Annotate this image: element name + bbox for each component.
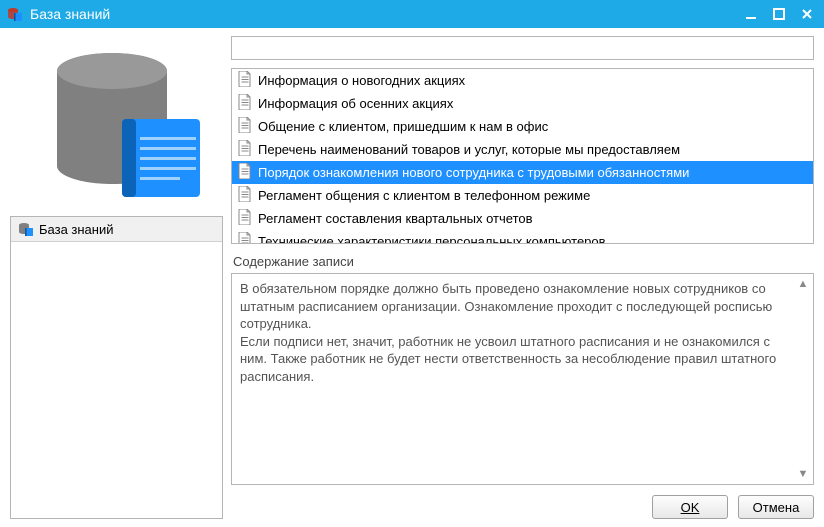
list-item-label: Порядок ознакомления нового сотрудника с… bbox=[258, 165, 689, 180]
list-item[interactable]: Перечень наименований товаров и услуг, к… bbox=[232, 138, 813, 161]
scroll-down-button[interactable]: ▼ bbox=[795, 466, 811, 482]
category-tree[interactable]: База знаний bbox=[10, 216, 223, 519]
list-item[interactable]: Регламент составления квартальных отчето… bbox=[232, 207, 813, 230]
kb-icon bbox=[17, 221, 35, 237]
list-item-label: Общение с клиентом, пришедшим к нам в оф… bbox=[258, 119, 548, 134]
content-panel: В обязательном порядке должно быть прове… bbox=[231, 273, 814, 485]
list-item[interactable]: Информация о новогодних акциях bbox=[232, 69, 813, 92]
list-item-label: Перечень наименований товаров и услуг, к… bbox=[258, 142, 680, 157]
search-input[interactable] bbox=[231, 36, 814, 60]
left-column: База знаний bbox=[10, 36, 223, 519]
tree-item-label: База знаний bbox=[39, 222, 114, 237]
list-item-label: Регламент общения с клиентом в телефонно… bbox=[258, 188, 590, 203]
maximize-button[interactable] bbox=[768, 4, 790, 24]
document-icon bbox=[238, 71, 252, 90]
document-icon bbox=[238, 232, 252, 244]
kb-illustration bbox=[10, 36, 223, 216]
list-item-label: Технические характеристики персональных … bbox=[258, 234, 606, 244]
cancel-button[interactable]: Отмена bbox=[738, 495, 814, 519]
scroll-up-button[interactable]: ▲ bbox=[795, 276, 811, 292]
document-icon bbox=[238, 209, 252, 228]
content-section-label: Содержание записи bbox=[233, 254, 814, 269]
list-item-label: Информация об осенних акциях bbox=[258, 96, 453, 111]
list-item[interactable]: Порядок ознакомления нового сотрудника с… bbox=[232, 161, 813, 184]
list-item[interactable]: Технические характеристики персональных … bbox=[232, 230, 813, 244]
ok-button[interactable]: OK bbox=[652, 495, 728, 519]
titlebar: База знаний bbox=[0, 0, 824, 28]
document-icon bbox=[238, 186, 252, 205]
article-list[interactable]: Информация о новогодних акциях Информация… bbox=[231, 68, 814, 244]
document-icon bbox=[238, 140, 252, 159]
content-body: В обязательном порядке должно быть прове… bbox=[232, 274, 813, 484]
close-button[interactable] bbox=[796, 4, 818, 24]
document-icon bbox=[238, 117, 252, 136]
minimize-button[interactable] bbox=[740, 4, 762, 24]
list-item-label: Регламент составления квартальных отчето… bbox=[258, 211, 533, 226]
ok-button-label: OK bbox=[681, 500, 700, 515]
document-icon bbox=[238, 163, 252, 182]
document-icon bbox=[238, 94, 252, 113]
list-item[interactable]: Информация об осенних акциях bbox=[232, 92, 813, 115]
list-item-label: Информация о новогодних акциях bbox=[258, 73, 465, 88]
right-column: Информация о новогодних акциях Информация… bbox=[231, 36, 814, 519]
tree-item-root[interactable]: База знаний bbox=[11, 217, 222, 242]
window-title: База знаний bbox=[30, 6, 734, 22]
app-icon bbox=[6, 5, 24, 23]
list-item[interactable]: Общение с клиентом, пришедшим к нам в оф… bbox=[232, 115, 813, 138]
list-item[interactable]: Регламент общения с клиентом в телефонно… bbox=[232, 184, 813, 207]
footer-buttons: OK Отмена bbox=[231, 495, 814, 519]
main-content: База знаний Информация о новогодних акци… bbox=[0, 28, 824, 527]
